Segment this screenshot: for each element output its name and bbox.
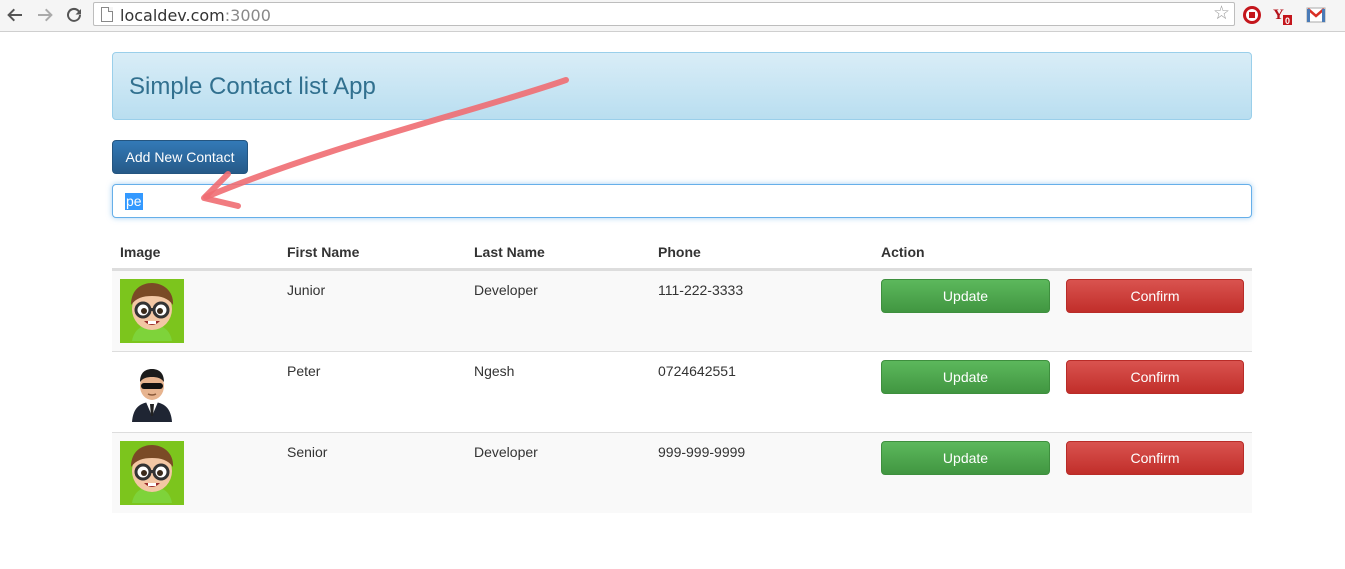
update-button[interactable]: Update [881, 279, 1050, 313]
table-row: Peter Ngesh 0724642551 Update Confirm [112, 351, 1252, 432]
cell-last-name: Ngesh [474, 363, 515, 379]
page-icon [101, 7, 113, 22]
cell-phone: 999-999-9999 [658, 444, 746, 460]
address-bar[interactable]: localdev.com:3000 ☆ [93, 2, 1235, 26]
extension-gmail-icon[interactable] [1306, 5, 1326, 25]
yahoo-badge: 0 [1285, 16, 1290, 26]
page-header: Simple Contact list App [112, 52, 1252, 120]
agent-avatar [120, 360, 184, 424]
update-button[interactable]: Update [881, 441, 1050, 475]
table-row: Junior Developer 111-222-3333 Update Con… [112, 270, 1252, 351]
confirm-button[interactable]: Confirm [1066, 279, 1244, 313]
back-icon[interactable] [4, 4, 26, 26]
cell-first-name: Peter [287, 363, 321, 379]
search-input[interactable]: pe [112, 184, 1252, 218]
nerd-avatar [120, 279, 184, 343]
url-text: localdev.com:3000 [120, 6, 271, 25]
reload-icon[interactable] [63, 4, 85, 26]
contacts-table: Image First Name Last Name Phone Action … [112, 236, 1252, 513]
svg-text:Y: Y [1273, 7, 1284, 23]
cell-last-name: Developer [474, 444, 538, 460]
cell-phone: 111-222-3333 [658, 282, 744, 298]
column-header-phone: Phone [658, 244, 701, 260]
cell-last-name: Developer [474, 282, 538, 298]
cell-phone: 0724642551 [658, 363, 736, 379]
forward-icon[interactable] [34, 4, 56, 26]
confirm-button[interactable]: Confirm [1066, 360, 1244, 394]
update-button[interactable]: Update [881, 360, 1050, 394]
column-header-action: Action [881, 244, 925, 260]
search-input-value: pe [125, 193, 143, 210]
column-header-image: Image [120, 244, 161, 260]
table-header: Image First Name Last Name Phone Action [112, 236, 1252, 270]
browser-toolbar: localdev.com:3000 ☆ Y 0 [0, 0, 1345, 32]
column-header-first-name: First Name [287, 244, 360, 260]
confirm-button[interactable]: Confirm [1066, 441, 1244, 475]
extension-stop-icon[interactable] [1242, 5, 1262, 25]
page-title: Simple Contact list App [129, 73, 376, 100]
cell-first-name: Junior [287, 282, 326, 298]
table-row: Senior Developer 999-999-9999 Update Con… [112, 432, 1252, 513]
cell-first-name: Senior [287, 444, 328, 460]
bookmark-star-icon[interactable]: ☆ [1213, 4, 1230, 24]
extension-yahoo-icon[interactable]: Y 0 [1272, 5, 1292, 26]
add-new-contact-button[interactable]: Add New Contact [112, 140, 248, 174]
column-header-last-name: Last Name [474, 244, 545, 260]
nerd-avatar [120, 441, 184, 505]
